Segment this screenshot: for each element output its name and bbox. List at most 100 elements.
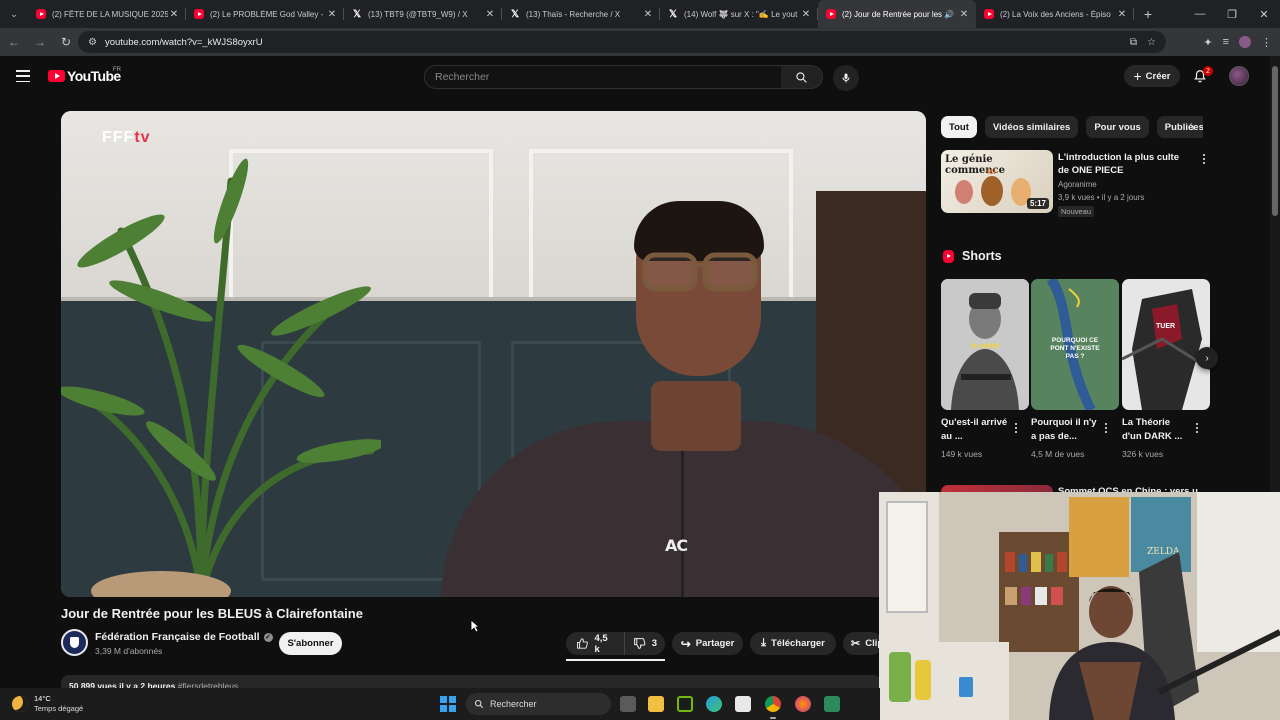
subscribe-button[interactable]: S'abonner xyxy=(279,632,342,655)
filter-chip[interactable]: Pour vous xyxy=(1086,116,1149,138)
browser-tab-bar: ⌄ (2) FÊTE DE LA MUSIQUE 2025 ✕ (2) Le PRO… xyxy=(0,0,1280,28)
mouse-cursor-icon xyxy=(470,619,480,633)
tab-search-chevron-icon[interactable]: ⌄ xyxy=(0,0,28,28)
tab-close-icon[interactable]: ✕ xyxy=(800,9,812,20)
back-arrow-icon[interactable]: ← xyxy=(2,30,26,54)
taskbar-search[interactable]: Rechercher xyxy=(466,693,611,715)
browser-tab[interactable]: (2) Le PROBLÈME God Valley - ✕ xyxy=(186,0,344,28)
browser-tab[interactable]: 𝕏 (13) Thaïs - Recherche / X ✕ xyxy=(502,0,660,28)
minimize-icon[interactable]: — xyxy=(1184,0,1216,28)
country-code: FR xyxy=(113,67,121,73)
window-controls: — ❐ ✕ xyxy=(1184,0,1280,28)
search-input-box[interactable] xyxy=(424,65,782,89)
youtube-favicon-icon xyxy=(984,9,994,19)
short-thumbnail[interactable]: la réalité xyxy=(941,279,1029,410)
browser-tab[interactable]: 𝕏 (13) TBT9 (@TBT9_W9) / X ✕ xyxy=(344,0,502,28)
channel-avatar[interactable] xyxy=(61,629,88,656)
subscriber-count: 3,39 M d'abonnés xyxy=(95,646,163,656)
windows-start-icon[interactable] xyxy=(440,696,456,712)
recommended-more-icon[interactable] xyxy=(1199,152,1209,166)
tab-close-icon[interactable]: ✕ xyxy=(1116,9,1128,20)
create-button[interactable]: + Créer xyxy=(1124,65,1180,87)
task-view-icon[interactable] xyxy=(620,696,636,712)
download-button[interactable]: ⤓ Télécharger xyxy=(750,632,836,655)
url-text[interactable]: youtube.com/watch?v=_kWJS8oyxrU xyxy=(105,37,263,48)
tab-close-icon[interactable]: ✕ xyxy=(958,9,970,20)
file-explorer-icon[interactable] xyxy=(648,696,664,712)
profile-icon[interactable] xyxy=(1239,36,1251,48)
x-favicon-icon: 𝕏 xyxy=(352,8,362,20)
video-player[interactable]: AC FFFtv xyxy=(61,111,926,597)
firefox-icon[interactable] xyxy=(795,696,811,712)
omnibox[interactable]: ⚙ youtube.com/watch?v=_kWJS8oyxrU ⧉ ☆ xyxy=(78,31,1166,53)
restore-icon[interactable]: ❐ xyxy=(1216,0,1248,28)
voice-search-button[interactable] xyxy=(833,65,859,91)
tab-close-icon[interactable]: ✕ xyxy=(642,9,654,20)
extensions-puzzle-icon[interactable]: ✦ xyxy=(1203,36,1212,49)
window-close-icon[interactable]: ✕ xyxy=(1248,0,1280,28)
clip-button[interactable]: ✂ Clip xyxy=(843,632,883,655)
nvidia-icon[interactable] xyxy=(677,696,693,712)
browser-menu-icon[interactable]: ⋮ xyxy=(1261,36,1272,49)
edge-icon[interactable] xyxy=(706,696,722,712)
channel-name[interactable]: Fédération Française de Football ✓ xyxy=(95,631,273,643)
hamburger-menu-icon[interactable] xyxy=(16,70,30,82)
browser-tab[interactable]: (2) La Voix des Anciens - Épiso ✕ xyxy=(976,0,1134,28)
search-input[interactable] xyxy=(435,71,781,83)
short-thumbnail[interactable]: TUER xyxy=(1122,279,1210,410)
recommended-channel[interactable]: Agoranime xyxy=(1058,180,1097,189)
filter-chip[interactable]: Vidéos similaires xyxy=(984,116,1079,138)
like-count: 4,5 k xyxy=(594,632,608,655)
tab-title: (2) Le PROBLÈME God Valley - xyxy=(210,9,324,19)
search-button[interactable] xyxy=(781,65,823,89)
shorts-heading-text: Shorts xyxy=(962,249,1002,263)
reload-icon[interactable]: ↻ xyxy=(54,30,78,54)
forward-arrow-icon[interactable]: → xyxy=(28,30,52,54)
create-label: Créer xyxy=(1145,70,1171,82)
browser-tab[interactable]: (2) FÊTE DE LA MUSIQUE 2025 ✕ xyxy=(28,0,186,28)
chips-next-chevron-icon[interactable]: › xyxy=(1185,119,1201,135)
youtube-favicon-icon xyxy=(194,9,204,19)
tab-title: (13) Thaïs - Recherche / X xyxy=(526,9,621,19)
recommended-thumbnail[interactable]: Le génie commence ici 5:17 xyxy=(941,150,1053,213)
tab-close-icon[interactable]: ✕ xyxy=(484,9,496,20)
youtube-favicon-icon xyxy=(36,9,46,19)
short-thumb-text: TUER xyxy=(1156,323,1176,330)
microsoft-store-icon[interactable] xyxy=(735,696,751,712)
app-icon-green[interactable] xyxy=(824,696,840,712)
share-button[interactable]: ↪ Partager xyxy=(672,632,743,655)
weather-widget[interactable]: 14°C Temps dégagé xyxy=(12,694,83,714)
dislike-button[interactable]: 3 xyxy=(625,632,665,655)
weather-temp: 14°C xyxy=(34,694,51,703)
short-title[interactable]: Pourquoi il n'y a pas de... xyxy=(1031,416,1101,444)
bookmark-star-icon[interactable]: ☆ xyxy=(1147,37,1156,48)
channel-name-text[interactable]: Fédération Française de Football xyxy=(95,631,260,643)
tab-audio-icon[interactable]: 🔊 xyxy=(944,10,954,19)
recommended-title[interactable]: L'introduction la plus culte de ONE PIEC… xyxy=(1058,151,1188,177)
chrome-icon[interactable] xyxy=(765,696,781,712)
short-title[interactable]: La Théorie d'un DARK ... xyxy=(1122,416,1192,444)
short-more-icon[interactable] xyxy=(1101,421,1111,435)
short-more-icon[interactable] xyxy=(1011,421,1021,435)
youtube-logo[interactable]: YouTube FR xyxy=(48,67,121,84)
media-control-icon[interactable]: ≡ xyxy=(1223,36,1229,48)
like-button[interactable]: 4,5 k xyxy=(566,632,625,655)
tab-close-icon[interactable]: ✕ xyxy=(168,9,180,20)
tab-title: (14) Wolf 🐺 sur X : "✍ Le yout xyxy=(684,9,798,19)
short-thumbnail[interactable]: POURQUOI CE PONT N'EXISTE PAS ? xyxy=(1031,279,1119,410)
weather-desc: Temps dégagé xyxy=(34,704,84,713)
site-info-icon[interactable]: ⚙ xyxy=(88,37,97,48)
filter-chip[interactable]: Tout xyxy=(941,116,977,138)
new-tab-button[interactable]: + xyxy=(1134,6,1162,22)
browser-tab[interactable]: (2) Jour de Rentrée pour les 🔊 ✕ xyxy=(818,0,976,28)
scrollbar-thumb[interactable] xyxy=(1272,66,1278,216)
short-more-icon[interactable] xyxy=(1192,421,1202,435)
account-avatar[interactable] xyxy=(1229,66,1249,86)
tab-close-icon[interactable]: ✕ xyxy=(326,9,338,20)
tab-title: (13) TBT9 (@TBT9_W9) / X xyxy=(368,9,468,19)
browser-tab[interactable]: 𝕏 (14) Wolf 🐺 sur X : "✍ Le yout ✕ xyxy=(660,0,818,28)
share-arrow-icon: ↪ xyxy=(680,636,691,651)
install-app-icon[interactable]: ⧉ xyxy=(1130,37,1137,48)
short-title[interactable]: Qu'est-il arrivé au ... xyxy=(941,416,1011,444)
shorts-next-chevron-icon[interactable]: › xyxy=(1196,347,1218,369)
